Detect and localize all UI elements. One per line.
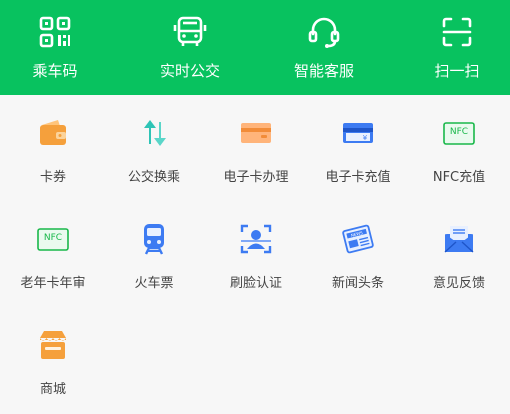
- nfc-badge-text: NFC: [43, 233, 63, 243]
- nfc-recharge-item[interactable]: NFC NFC充值: [408, 95, 510, 200]
- news-headlines-item[interactable]: NEWS 新闻头条: [307, 201, 409, 306]
- nfc-recharge-label: NFC充值: [432, 170, 486, 185]
- store-item[interactable]: 商城: [2, 307, 104, 412]
- card-yuan-icon: ¥: [343, 123, 373, 143]
- ride-code-label: 乘车码: [32, 62, 78, 80]
- face-auth-item[interactable]: 刷脸认证: [205, 201, 307, 306]
- ride-code-button[interactable]: 乘车码: [0, 0, 110, 95]
- smart-service-label: 智能客服: [293, 62, 354, 80]
- bus-transfer-item[interactable]: 公交换乘: [103, 95, 205, 200]
- nfc-badge-text: NFC: [449, 127, 469, 137]
- train-ticket-item[interactable]: 火车票: [103, 201, 205, 306]
- transfer-arrows-icon: [144, 120, 166, 146]
- coupon-label: 卡券: [39, 170, 66, 185]
- store-label: 商城: [39, 382, 66, 397]
- e-card-apply-item[interactable]: 电子卡办理: [205, 95, 307, 200]
- train-icon: [144, 224, 164, 255]
- face-scan-icon: [240, 224, 272, 254]
- feedback-item[interactable]: 意见反馈: [408, 201, 510, 306]
- top-bar: 乘车码 实时公交 智能客服 扫一扫: [0, 0, 510, 95]
- e-card-recharge-label: 电子卡充值: [325, 170, 391, 185]
- feedback-label: 意见反馈: [432, 276, 485, 291]
- service-grid: 卡券 公交换乘 电子卡办理 ¥ 电子卡充值 NFC NFC充值 NFC 老年卡年…: [0, 95, 510, 414]
- card-icon: [241, 123, 271, 143]
- e-card-recharge-item[interactable]: ¥ 电子卡充值: [307, 95, 409, 200]
- scan-icon: [442, 17, 472, 47]
- store-icon: [40, 331, 66, 359]
- news-headlines-label: 新闻头条: [331, 276, 384, 291]
- bus-transfer-label: 公交换乘: [127, 170, 180, 185]
- newspaper-icon: NEWS: [342, 224, 374, 254]
- qr-code-icon: [39, 16, 71, 48]
- e-card-apply-label: 电子卡办理: [223, 170, 289, 185]
- bus-icon: [173, 16, 207, 46]
- coupon-item[interactable]: 卡券: [2, 95, 104, 200]
- smart-service-button[interactable]: 智能客服: [269, 0, 379, 95]
- svg-text:¥: ¥: [363, 134, 368, 142]
- headset-icon: [308, 17, 340, 48]
- scan-label: 扫一扫: [434, 62, 480, 80]
- realtime-bus-label: 实时公交: [159, 62, 220, 80]
- senior-card-review-label: 老年卡年审: [20, 276, 86, 291]
- face-auth-label: 刷脸认证: [229, 276, 282, 291]
- scan-button[interactable]: 扫一扫: [402, 0, 510, 95]
- train-ticket-label: 火车票: [134, 276, 174, 291]
- senior-card-review-item[interactable]: NFC 老年卡年审: [2, 201, 104, 306]
- mail-icon: [444, 226, 474, 253]
- realtime-bus-button[interactable]: 实时公交: [135, 0, 245, 95]
- wallet-icon: [40, 120, 66, 145]
